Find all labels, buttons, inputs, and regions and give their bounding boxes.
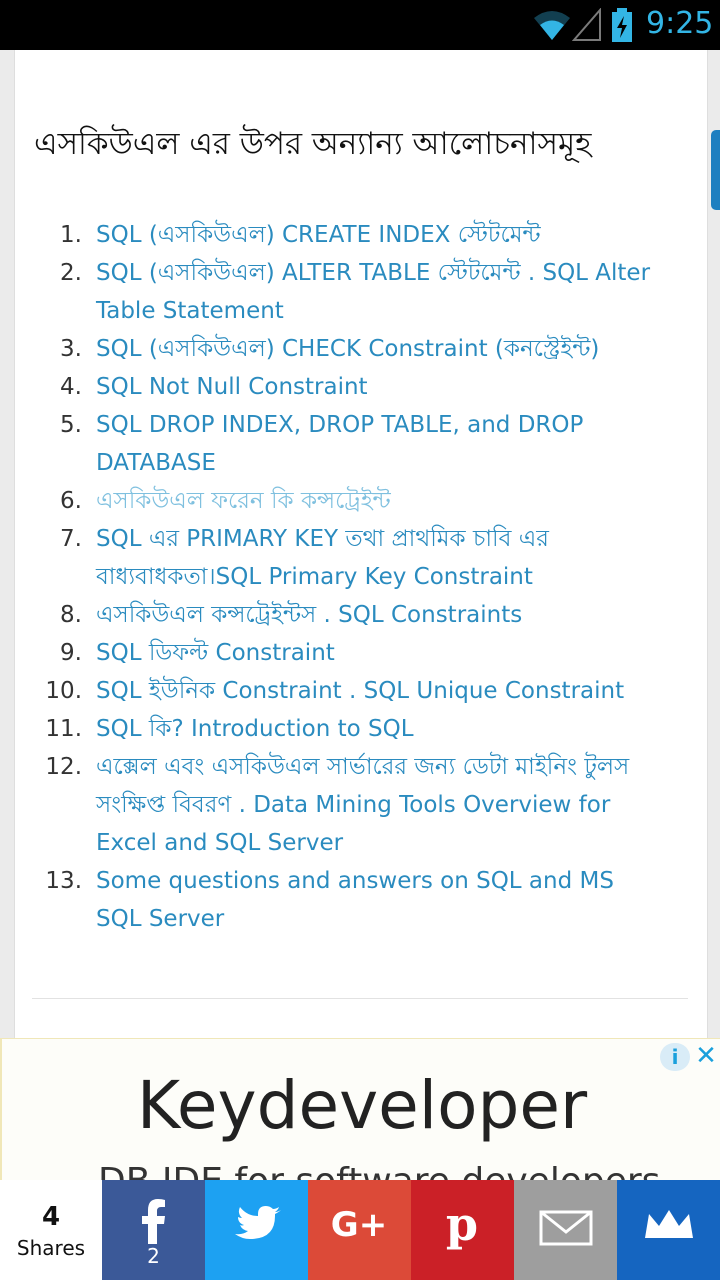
related-link[interactable]: SQL ডিফল্ট Constraint <box>96 640 335 666</box>
related-link[interactable]: SQL (এসকিউএল) CREATE INDEX স্টেটমেন্ট <box>96 222 541 248</box>
pinterest-icon: p <box>446 1198 478 1251</box>
email-share-button[interactable] <box>514 1180 617 1280</box>
list-item: 13. Some questions and answers on SQL and… <box>45 868 614 932</box>
related-link[interactable]: SQL DROP INDEX, DROP TABLE, and DROP DAT… <box>96 412 583 476</box>
twitter-icon <box>235 1206 281 1239</box>
share-count-number: 4 <box>41 1202 61 1232</box>
list-item: 3. SQL (এসকিউএল) CHECK Constraint (কনস্ট্… <box>60 336 600 362</box>
share-count: 4 Shares <box>0 1180 102 1280</box>
facebook-share-count: 2 <box>147 1244 160 1268</box>
list-item: 4. SQL Not Null Constraint <box>60 374 368 400</box>
ad-title[interactable]: Keydeveloper <box>2 1067 720 1144</box>
list-item: 9. SQL ডিফল্ট Constraint <box>60 640 335 666</box>
related-link[interactable]: এক্সেল এবং এসকিউএল সার্ভারের জন্য ডেটা ম… <box>96 754 629 856</box>
facebook-share-button[interactable]: 2 <box>102 1180 205 1280</box>
related-link[interactable]: SQL Not Null Constraint <box>96 374 368 400</box>
clock: 9:25 <box>646 6 714 41</box>
related-link[interactable]: এসকিউএল কন্সট্রেইন্টস . SQL Constraints <box>96 602 522 628</box>
battery-charging-icon <box>612 8 632 42</box>
sumome-crown-icon <box>645 1210 693 1238</box>
svg-text:p: p <box>446 1198 478 1251</box>
list-item: 10. SQL ইউনিক Constraint . SQL Unique Con… <box>45 678 625 704</box>
facebook-icon <box>142 1199 165 1244</box>
list-item: 7. SQL এর PRIMARY KEY তথা প্রাথমিক চাবি এ… <box>60 526 549 590</box>
related-link[interactable]: SQL (এসকিউএল) ALTER TABLE স্টেটমেন্ট . S… <box>96 260 650 324</box>
svg-text:G+: G+ <box>331 1205 387 1245</box>
related-heading: এসকিউএল এর উপর অন্যান্য আলোচনাসমূহ <box>34 126 592 162</box>
sumome-share-button[interactable] <box>617 1180 720 1280</box>
related-link[interactable]: SQL এর PRIMARY KEY তথা প্রাথমিক চাবি এর … <box>96 526 549 590</box>
list-item: 5. SQL DROP INDEX, DROP TABLE, and DROP D… <box>60 412 584 476</box>
share-bar: 4 Shares 2 G+ p <box>0 1180 720 1280</box>
pinterest-share-button[interactable]: p <box>411 1180 514 1280</box>
list-item: 6. এসকিউএল ফরেন কি কন্সট্রেইন্ট <box>60 488 391 514</box>
related-posts-list: 1. SQL (এসকিউএল) CREATE INDEX স্টেটমেন্ট … <box>40 216 660 938</box>
list-item: 12. এক্সেল এবং এসকিউএল সার্ভারের জন্য ডেট… <box>45 754 630 856</box>
google-plus-icon: G+ <box>331 1205 387 1245</box>
share-count-label: Shares <box>16 1236 86 1260</box>
twitter-share-button[interactable] <box>205 1180 308 1280</box>
wifi-icon <box>534 11 570 40</box>
status-bar: 9:25 <box>0 0 720 50</box>
google-plus-share-button[interactable]: G+ <box>308 1180 411 1280</box>
list-item: 11. SQL কি? Introduction to SQL <box>45 716 414 742</box>
signal-icon <box>572 8 601 41</box>
related-link-visited[interactable]: এসকিউএল ফরেন কি কন্সট্রেইন্ট <box>96 488 391 514</box>
list-item: 1. SQL (এসকিউএল) CREATE INDEX স্টেটমেন্ট <box>60 222 541 248</box>
related-link[interactable]: Some questions and answers on SQL and MS… <box>96 868 614 932</box>
email-icon <box>539 1210 593 1246</box>
list-item: 2. SQL (এসকিউএল) ALTER TABLE স্টেটমেন্ট .… <box>60 260 651 324</box>
list-item: 8. এসকিউএল কন্সট্রেইন্টস . SQL Constraint… <box>60 602 523 628</box>
ad-banner[interactable]: i ✕ Keydeveloper DB IDE for software dev… <box>0 1038 720 1202</box>
scroll-handle[interactable] <box>711 130 720 210</box>
related-link[interactable]: SQL ইউনিক Constraint . SQL Unique Constr… <box>96 678 624 704</box>
divider <box>32 998 688 999</box>
related-link[interactable]: SQL (এসকিউএল) CHECK Constraint (কনস্ট্রে… <box>96 336 599 362</box>
related-link[interactable]: SQL কি? Introduction to SQL <box>96 716 414 742</box>
